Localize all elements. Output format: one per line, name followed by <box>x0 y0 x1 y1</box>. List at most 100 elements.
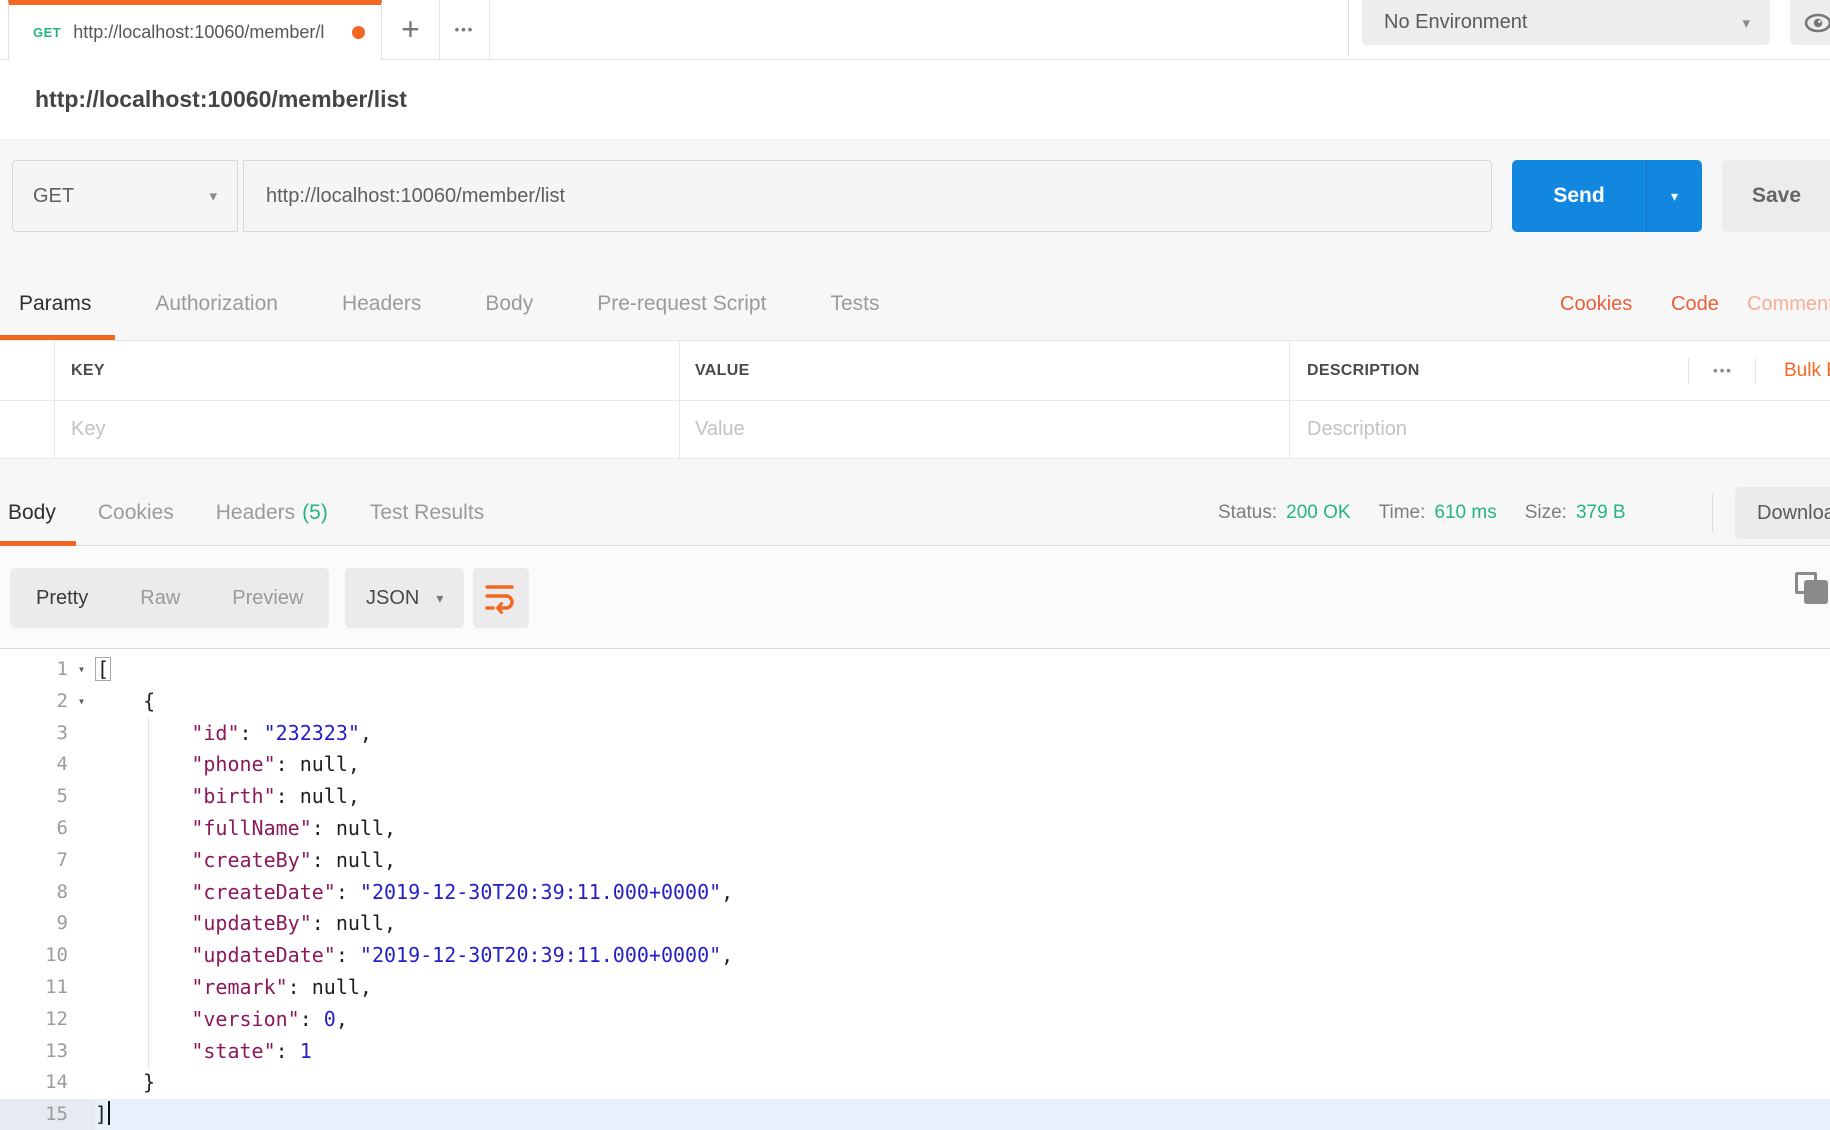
tab-authorization[interactable]: Authorization <box>155 292 278 316</box>
chevron-down-icon: ▾ <box>209 188 217 205</box>
value-input[interactable]: Value <box>680 401 1290 458</box>
language-value: JSON <box>366 586 420 609</box>
environment-preview-button[interactable] <box>1790 0 1830 45</box>
tab-pre-request-script[interactable]: Pre-request Script <box>597 292 766 316</box>
headers-label: Headers <box>215 500 296 524</box>
line-number: 12 <box>45 1007 68 1030</box>
copy-response-button[interactable] <box>1795 572 1830 610</box>
code-line: 8 "createDate": "2019-12-30T20:39:11.000… <box>0 877 1830 909</box>
fold-toggle-icon[interactable]: ▾ <box>68 654 95 686</box>
headers-count-badge: (5) <box>302 500 328 524</box>
time-indicator: Time: 610 ms <box>1379 502 1497 524</box>
cookies-link[interactable]: Cookies <box>1560 268 1632 340</box>
response-tab-cookies[interactable]: Cookies <box>98 501 174 525</box>
tab-headers[interactable]: Headers <box>342 292 421 316</box>
params-table: KEY VALUE DESCRIPTION ••• Bulk Edit Key … <box>0 340 1830 459</box>
tab-options-button[interactable]: ••• <box>440 0 490 59</box>
code-text: "version": 0, <box>191 1006 348 1031</box>
language-select[interactable]: JSON ▾ <box>345 568 465 628</box>
column-header-value: VALUE <box>695 361 750 379</box>
chevron-down-icon: ▾ <box>1742 14 1750 32</box>
send-button[interactable]: Send ▾ <box>1512 160 1702 232</box>
column-header-key: KEY <box>71 361 105 379</box>
view-mode-raw[interactable]: Raw <box>114 568 206 628</box>
row-handle-cell[interactable] <box>0 401 55 458</box>
bulk-edit-link[interactable]: Bulk Edit <box>1768 341 1830 400</box>
text-caret <box>108 1101 111 1126</box>
gutter: 7 <box>0 845 95 877</box>
divider <box>1755 358 1756 384</box>
gutter: 13 <box>0 1036 95 1068</box>
url-value: http://localhost:10060/member/list <box>266 184 566 207</box>
code-line: 10 "updateDate": "2019-12-30T20:39:11.00… <box>0 940 1830 972</box>
view-mode-preview[interactable]: Preview <box>206 568 329 628</box>
params-menu-button[interactable]: ••• <box>1698 341 1748 400</box>
tab-body[interactable]: Body <box>485 292 533 316</box>
code-link[interactable]: Code <box>1671 268 1719 340</box>
code-text: "createDate": "2019-12-30T20:39:11.000+0… <box>191 879 734 904</box>
new-tab-button[interactable]: + <box>382 0 440 59</box>
gutter: 2 ▾ <box>0 686 95 718</box>
send-options-button[interactable]: ▾ <box>1646 160 1702 232</box>
method-select[interactable]: GET ▾ <box>12 160 238 232</box>
url-row: GET ▾ http://localhost:10060/member/list… <box>0 160 1830 232</box>
environment-select[interactable]: No Environment ▾ <box>1362 0 1770 45</box>
response-tab-headers[interactable]: Headers (5) <box>216 501 328 525</box>
code-line: 1 ▾[ <box>0 654 1830 686</box>
active-tab-underline <box>0 335 115 340</box>
chevron-down-icon: ▾ <box>1670 187 1679 204</box>
method-badge: GET <box>33 25 62 40</box>
tab-tests[interactable]: Tests <box>830 292 879 316</box>
line-number: 2 <box>56 689 68 712</box>
unsaved-dot-icon <box>352 26 365 39</box>
response-toolbar: Pretty Raw Preview JSON ▾ <box>0 546 1830 648</box>
gutter: 4 <box>0 749 95 781</box>
request-tab[interactable]: GET http://localhost:10060/member/l <box>8 0 382 60</box>
key-input[interactable]: Key <box>55 401 680 458</box>
line-number: 11 <box>45 975 68 998</box>
code-text: [ <box>97 657 110 681</box>
description-input[interactable]: Description <box>1290 401 1830 458</box>
code-line: 11 "remark": null, <box>0 972 1830 1004</box>
status-value: 200 OK <box>1286 501 1351 523</box>
status-label: Status: <box>1218 501 1278 523</box>
tab-bar: GET http://localhost:10060/member/l + ••… <box>0 0 1830 60</box>
line-number: 8 <box>56 880 68 903</box>
fold-toggle-icon[interactable]: ▾ <box>68 686 95 718</box>
code-line: 4 "phone": null, <box>0 749 1830 781</box>
chevron-down-icon: ▾ <box>436 589 444 606</box>
code-text: "createBy": null, <box>191 847 397 872</box>
response-tab-body[interactable]: Body <box>8 501 56 525</box>
code-text: "updateDate": "2019-12-30T20:39:11.000+0… <box>191 943 734 968</box>
gutter: 3 <box>0 718 95 750</box>
code-text: "state": 1 <box>191 1038 312 1063</box>
save-button[interactable]: Save <box>1722 160 1830 232</box>
tab-params[interactable]: Params <box>19 292 91 316</box>
environment-label: No Environment <box>1384 11 1528 33</box>
code-text: "fullName": null, <box>191 815 397 840</box>
word-wrap-button[interactable] <box>473 568 529 628</box>
params-header-row: KEY VALUE DESCRIPTION ••• Bulk Edit <box>0 341 1830 401</box>
download-button[interactable]: Download <box>1735 487 1830 539</box>
url-input[interactable]: http://localhost:10060/member/list <box>243 160 1492 232</box>
request-tabs: Params Authorization Headers Body Pre-re… <box>0 268 1830 340</box>
size-value: 379 B <box>1575 501 1626 523</box>
more-icon: ••• <box>454 22 475 37</box>
page-title: http://localhost:10060/member/list <box>35 86 407 112</box>
response-body-editor[interactable]: 1 ▾[2 ▾ {3 "id": "232323", 4 "phone": null,… <box>0 648 1830 1130</box>
line-number: 14 <box>45 1071 68 1094</box>
code-line: 14 } <box>0 1067 1830 1099</box>
code-line: 7 "createBy": null, <box>0 845 1830 877</box>
response-meta: Status: 200 OK Time: 610 ms Size: 379 B <box>1218 480 1626 545</box>
view-mode-pretty[interactable]: Pretty <box>10 568 114 628</box>
response-tab-test-results[interactable]: Test Results <box>370 501 484 525</box>
comments-link[interactable]: Comments <box>1747 268 1830 340</box>
